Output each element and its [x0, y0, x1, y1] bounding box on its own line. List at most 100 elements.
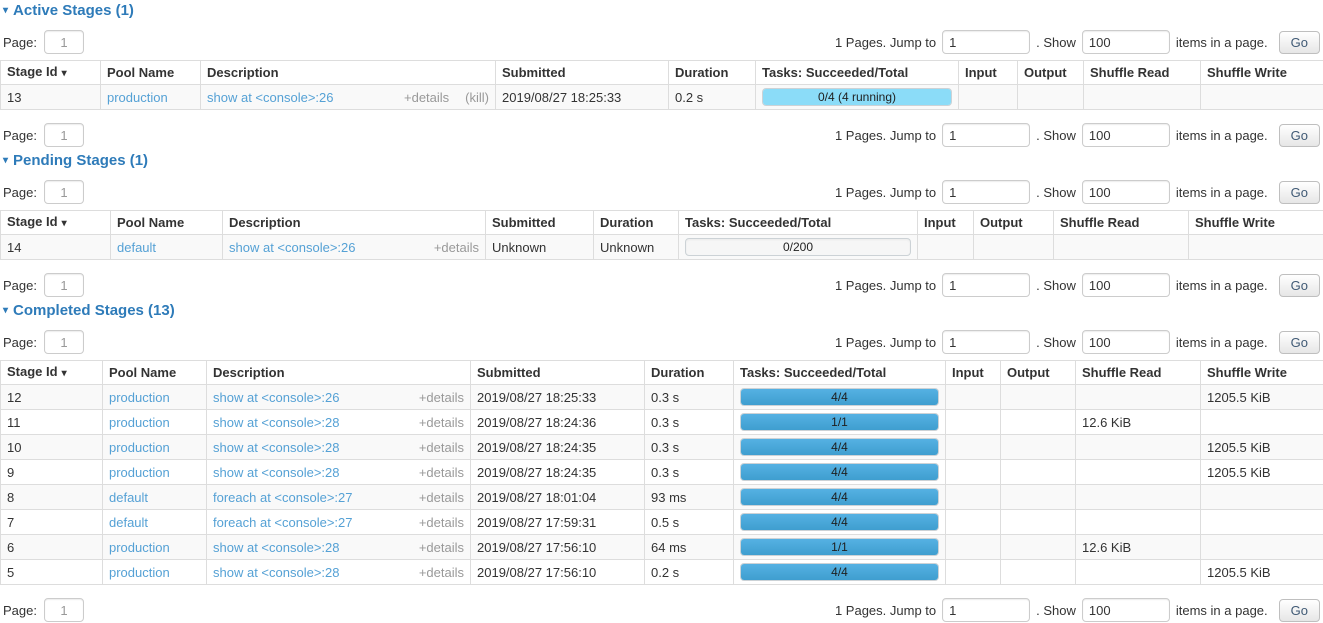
- column-header-duration[interactable]: Duration: [669, 61, 756, 85]
- page-number-input[interactable]: [44, 180, 84, 204]
- page-number-input[interactable]: [44, 123, 84, 147]
- column-header-submitted[interactable]: Submitted: [496, 61, 669, 85]
- column-header-stage-id[interactable]: Stage Id▾: [1, 61, 101, 85]
- go-button[interactable]: Go: [1279, 124, 1320, 147]
- jump-to-page-input[interactable]: [942, 123, 1030, 147]
- column-header-label: Submitted: [477, 365, 541, 380]
- pool-name-link[interactable]: production: [109, 390, 170, 405]
- section-header-pending-stages[interactable]: ▾Pending Stages (1): [3, 153, 1323, 169]
- jump-to-page-input[interactable]: [942, 180, 1030, 204]
- pool-name-link[interactable]: default: [117, 240, 156, 255]
- jump-to-page-input[interactable]: [942, 330, 1030, 354]
- pool-name-link[interactable]: production: [109, 465, 170, 480]
- column-header-tasks-succeeded-total[interactable]: Tasks: Succeeded/Total: [734, 361, 946, 385]
- jump-to-page-input[interactable]: [942, 30, 1030, 54]
- description-link[interactable]: show at <console>:26: [213, 390, 339, 405]
- description-link[interactable]: show at <console>:28: [213, 540, 339, 555]
- go-button[interactable]: Go: [1279, 181, 1320, 204]
- details-toggle[interactable]: +details: [419, 490, 464, 505]
- pool-name-link[interactable]: default: [109, 515, 148, 530]
- details-toggle[interactable]: +details: [419, 440, 464, 455]
- page-number-input[interactable]: [44, 598, 84, 622]
- column-header-output[interactable]: Output: [974, 211, 1054, 235]
- items-per-page-input[interactable]: [1082, 30, 1170, 54]
- output-cell: [1001, 510, 1076, 535]
- column-header-tasks-succeeded-total[interactable]: Tasks: Succeeded/Total: [679, 211, 918, 235]
- column-header-submitted[interactable]: Submitted: [486, 211, 594, 235]
- column-header-description[interactable]: Description: [207, 361, 471, 385]
- kill-link[interactable]: (kill): [465, 90, 489, 105]
- items-per-page-input[interactable]: [1082, 330, 1170, 354]
- page-number-input[interactable]: [44, 273, 84, 297]
- column-header-shuffle-read[interactable]: Shuffle Read: [1084, 61, 1201, 85]
- details-toggle[interactable]: +details: [419, 390, 464, 405]
- jump-to-page-input[interactable]: [942, 273, 1030, 297]
- pool-name-link[interactable]: production: [109, 565, 170, 580]
- items-per-page-input[interactable]: [1082, 123, 1170, 147]
- description-link[interactable]: foreach at <console>:27: [213, 490, 353, 505]
- details-toggle[interactable]: +details: [419, 415, 464, 430]
- column-header-tasks-succeeded-total[interactable]: Tasks: Succeeded/Total: [756, 61, 959, 85]
- column-header-pool-name[interactable]: Pool Name: [103, 361, 207, 385]
- pool-name-link[interactable]: production: [109, 440, 170, 455]
- column-header-pool-name[interactable]: Pool Name: [111, 211, 223, 235]
- column-header-shuffle-write[interactable]: Shuffle Write: [1189, 211, 1323, 235]
- show-text: . Show: [1036, 335, 1076, 350]
- column-header-duration[interactable]: Duration: [645, 361, 734, 385]
- pool-name-link[interactable]: production: [109, 415, 170, 430]
- page-number-input[interactable]: [44, 330, 84, 354]
- column-header-output[interactable]: Output: [1001, 361, 1076, 385]
- column-header-stage-id[interactable]: Stage Id▾: [1, 211, 111, 235]
- details-toggle[interactable]: +details: [419, 540, 464, 555]
- description-link[interactable]: foreach at <console>:27: [213, 515, 353, 530]
- column-header-shuffle-write[interactable]: Shuffle Write: [1201, 361, 1323, 385]
- stage-id-cell: 13: [1, 85, 101, 110]
- description-link[interactable]: show at <console>:28: [213, 415, 339, 430]
- duration-cell: 93 ms: [645, 485, 734, 510]
- shuffle-read-cell: [1076, 485, 1201, 510]
- column-header-duration[interactable]: Duration: [594, 211, 679, 235]
- column-header-description[interactable]: Description: [201, 61, 496, 85]
- items-per-page-input[interactable]: [1082, 273, 1170, 297]
- pool-name-link[interactable]: production: [107, 90, 168, 105]
- column-header-input[interactable]: Input: [918, 211, 974, 235]
- page-number-input[interactable]: [44, 30, 84, 54]
- details-toggle[interactable]: +details: [419, 565, 464, 580]
- details-toggle[interactable]: +details: [419, 465, 464, 480]
- description-link[interactable]: show at <console>:28: [213, 440, 339, 455]
- tasks-cell: 0/4 (4 running): [756, 85, 959, 110]
- go-button[interactable]: Go: [1279, 274, 1320, 297]
- column-header-shuffle-write[interactable]: Shuffle Write: [1201, 61, 1323, 85]
- jump-to-page-input[interactable]: [942, 598, 1030, 622]
- description-link[interactable]: show at <console>:26: [207, 90, 333, 105]
- pool-name-link[interactable]: default: [109, 490, 148, 505]
- duration-cell: 64 ms: [645, 535, 734, 560]
- section-header-completed-stages[interactable]: ▾Completed Stages (13): [3, 303, 1323, 319]
- section-header-active-stages[interactable]: ▾Active Stages (1): [3, 3, 1323, 19]
- column-header-shuffle-read[interactable]: Shuffle Read: [1076, 361, 1201, 385]
- details-toggle[interactable]: +details: [404, 90, 449, 105]
- column-header-input[interactable]: Input: [946, 361, 1001, 385]
- active-page-row-bottom: Page:1 Pages. Jump to. Showitems in a pa…: [3, 122, 1320, 148]
- go-button[interactable]: Go: [1279, 31, 1320, 54]
- items-per-page-input[interactable]: [1082, 598, 1170, 622]
- column-header-submitted[interactable]: Submitted: [471, 361, 645, 385]
- items-per-page-input[interactable]: [1082, 180, 1170, 204]
- description-link[interactable]: show at <console>:26: [229, 240, 355, 255]
- details-toggle[interactable]: +details: [419, 515, 464, 530]
- column-header-pool-name[interactable]: Pool Name: [101, 61, 201, 85]
- input-cell: [946, 460, 1001, 485]
- shuffle-write-cell: [1201, 485, 1323, 510]
- go-button[interactable]: Go: [1279, 331, 1320, 354]
- submitted-cell: 2019/08/27 18:25:33: [471, 385, 645, 410]
- column-header-stage-id[interactable]: Stage Id▾: [1, 361, 103, 385]
- description-link[interactable]: show at <console>:28: [213, 465, 339, 480]
- column-header-output[interactable]: Output: [1018, 61, 1084, 85]
- description-link[interactable]: show at <console>:28: [213, 565, 339, 580]
- details-toggle[interactable]: +details: [434, 240, 479, 255]
- column-header-description[interactable]: Description: [223, 211, 486, 235]
- column-header-input[interactable]: Input: [959, 61, 1018, 85]
- pool-name-link[interactable]: production: [109, 540, 170, 555]
- go-button[interactable]: Go: [1279, 599, 1320, 622]
- column-header-shuffle-read[interactable]: Shuffle Read: [1054, 211, 1189, 235]
